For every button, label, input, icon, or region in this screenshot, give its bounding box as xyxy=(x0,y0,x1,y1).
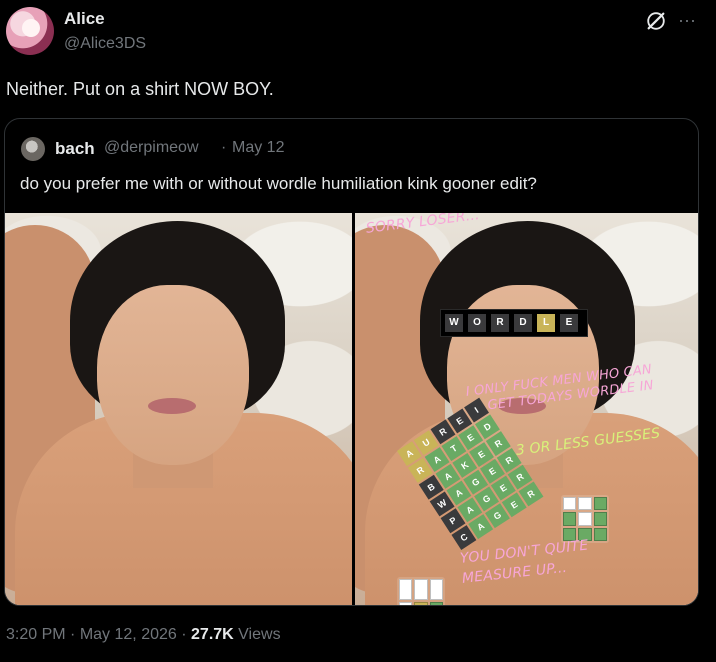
quoted-display-name[interactable]: bach xyxy=(55,139,95,159)
avatar[interactable] xyxy=(6,7,54,55)
wordle-result-cell xyxy=(593,512,607,526)
wordle-result-cell xyxy=(399,579,413,600)
wordle-tile: R xyxy=(491,314,509,332)
photo-edited[interactable]: SORRY LOSER... W O R D L E I ONLY FUCK M… xyxy=(355,213,698,605)
wordle-tile: D xyxy=(514,314,532,332)
wordle-result-cell xyxy=(414,602,428,605)
wordle-result-cell xyxy=(563,512,577,526)
wordle-tile: O xyxy=(468,314,486,332)
photo-original[interactable] xyxy=(5,213,352,605)
wordle-result-cell xyxy=(578,512,592,526)
footer-separator: · xyxy=(70,626,76,643)
more-label: ··· xyxy=(678,10,696,30)
wordle-result-cell xyxy=(399,602,413,605)
views-count[interactable]: 27.7K xyxy=(191,626,234,643)
wordle-result-cell xyxy=(578,497,592,511)
handle[interactable]: @Alice3DS xyxy=(64,35,146,53)
quoted-tweet[interactable]: bach @derpimeow · May 12 do you prefer m… xyxy=(4,118,699,606)
more-icon[interactable]: ··· xyxy=(678,8,702,32)
wordle-result-cell xyxy=(563,497,577,511)
wordle-result-cell xyxy=(593,497,607,511)
quoted-avatar[interactable] xyxy=(21,137,45,161)
wordle-result-cell xyxy=(429,579,443,600)
censor-bar: W O R D L E xyxy=(440,309,588,337)
quoted-handle[interactable]: @derpimeow xyxy=(104,139,199,157)
tweet-text: Neither. Put on a shirt NOW BOY. xyxy=(6,79,274,99)
views-label: Views xyxy=(238,626,281,643)
wordle-tile: E xyxy=(560,314,578,332)
quoted-text: do you prefer me with or without wordle … xyxy=(20,174,537,193)
display-name[interactable]: Alice xyxy=(64,9,105,29)
post-time[interactable]: 3:20 PM xyxy=(6,626,66,643)
wordle-tile: L xyxy=(537,314,555,332)
photo-mouth xyxy=(148,398,196,414)
wordle-result-grid-partial xyxy=(397,577,445,605)
footer-separator: · xyxy=(181,626,187,643)
photo-face xyxy=(97,285,249,465)
tweet-header: Alice @Alice3DS ··· xyxy=(0,0,716,64)
wordle-result-cell xyxy=(593,527,607,541)
wordle-result-cell xyxy=(414,579,428,600)
grok-icon[interactable] xyxy=(645,10,667,32)
quoted-separator: · xyxy=(221,139,227,156)
wordle-result-cell xyxy=(429,602,443,605)
tweet-footer: 3:20 PM · May 12, 2026 · 27.7K Views xyxy=(6,626,281,644)
post-date[interactable]: May 12, 2026 xyxy=(80,626,177,643)
wordle-tile: W xyxy=(445,314,463,332)
quoted-date[interactable]: May 12 xyxy=(232,139,284,157)
